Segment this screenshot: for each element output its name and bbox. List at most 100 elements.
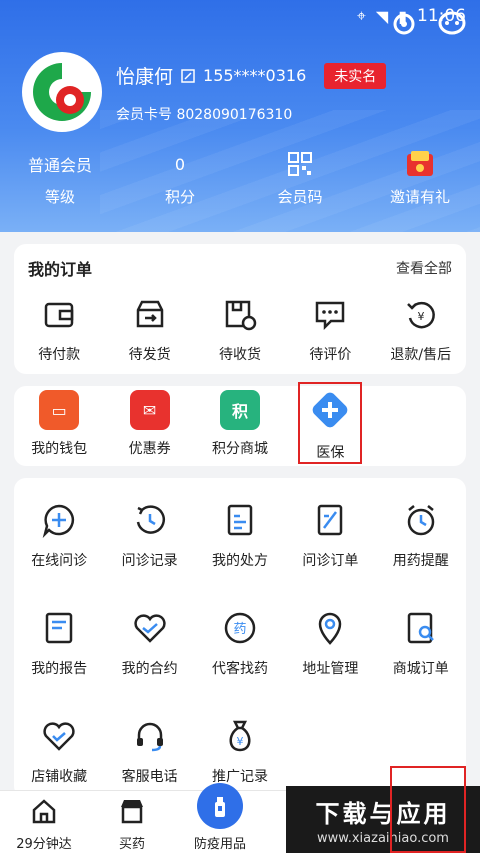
service-label: 用药提醒 [392,553,449,569]
orders-title: 我的订单 [28,260,93,279]
coupon-label: 优惠券 [128,441,171,457]
tab-epidemic-supplies[interactable]: 防疫用品 [176,783,264,853]
refund-icon: ¥ [406,301,435,329]
avatar[interactable] [22,52,102,132]
settings-icon[interactable] [388,8,420,40]
order-label: 待发货 [128,347,171,363]
location-pin-icon [319,612,342,645]
stat-level[interactable]: 普通会员 等级 [0,150,120,207]
service-label: 地址管理 [302,661,359,677]
box-icon [136,300,163,328]
service-label: 代客找药 [211,661,268,677]
report-icon [45,612,73,644]
profile-header: ⌖ ◥ ▮ 11:06 怡康何 155****0316 未实名 会员卡号 802… [0,0,480,232]
message-icon[interactable] [436,8,468,40]
points-mall-label: 积分商城 [211,441,268,457]
heart-check-icon [43,722,75,751]
stat-invite[interactable]: 邀请有礼 [360,150,480,207]
consult-plus-icon [42,504,75,539]
member-card-number: 会员卡号 8028090176310 [116,107,293,123]
service-medicine-reminder[interactable]: 用药提醒 [376,502,466,569]
tab-label: 防疫用品 [193,837,246,852]
red-envelope-icon [407,151,433,176]
service-mall-orders[interactable]: 商城订单 [376,610,466,677]
comment-icon [316,301,345,331]
service-label: 推广记录 [211,769,268,785]
medicine-badge-icon: 药 [224,612,256,644]
order-pending-payment[interactable]: 待付款 [14,298,104,364]
wallet-card: ▭ 我的钱包 ✉ 优惠券 积 积分商城 医保 [14,386,466,466]
wallet-fill-icon: ▭ [39,390,80,430]
svg-text:¥: ¥ [236,735,243,748]
order-refund[interactable]: ¥ 退款/售后 [376,298,466,364]
annotation-highlight-box [298,382,362,464]
svg-text:药: 药 [233,622,246,637]
tab-label: 买药 [118,837,145,852]
service-label: 问诊订单 [302,553,359,569]
service-find-medicine[interactable]: 药 代客找药 [195,610,285,677]
points-mall-icon: 积 [219,390,260,430]
alarm-clock-icon [407,505,434,536]
service-address[interactable]: 地址管理 [285,610,375,677]
level-label: 等级 [44,188,75,206]
stat-points[interactable]: 0 积分 [120,150,240,207]
history-icon [136,505,165,534]
qr-code-icon [288,152,312,176]
wifi-icon: ◥ [375,6,389,26]
invite-label: 邀请有礼 [389,188,450,206]
tab-label: 29分钟达 [16,837,72,852]
service-label: 我的合约 [121,661,178,677]
location-icon: ⌖ [356,6,366,25]
service-label: 在线问诊 [31,553,88,569]
order-pending-receive[interactable]: 待收货 [195,298,285,364]
service-online-consult[interactable]: 在线问诊 [14,502,104,569]
level-value: 普通会员 [27,156,92,175]
service-label: 问诊记录 [121,553,178,569]
edit-icon[interactable] [181,68,195,83]
order-label: 待付款 [38,347,81,363]
service-my-report[interactable]: 我的报告 [14,610,104,677]
orders-card: 我的订单 查看全部 待付款 待发货 待收货 待评价 ¥ 退款/售后 [14,244,466,374]
order-pending-review[interactable]: 待评价 [285,298,375,364]
stat-member-code[interactable]: 会员码 [240,150,360,207]
points-value: 0 [174,154,186,174]
my-wallet[interactable]: ▭ 我的钱包 [14,386,104,466]
points-mall[interactable]: 积 积分商城 [195,386,285,466]
view-all-orders-link[interactable]: 查看全部 [396,258,452,278]
user-name: 怡康何 [116,66,174,88]
avatar-logo-icon [26,56,98,128]
service-label: 商城订单 [392,661,449,677]
order-label: 退款/售后 [390,347,452,363]
service-store-favorites[interactable]: 店铺收藏 [14,718,104,785]
tab-29min[interactable]: 29分钟达 [0,791,88,853]
order-search-icon [407,612,434,644]
sanitizer-icon [215,797,225,817]
service-consult-history[interactable]: 问诊记录 [104,502,194,569]
headset-icon [136,722,163,752]
svg-text:¥: ¥ [417,310,424,323]
service-customer-phone[interactable]: 客服电话 [104,718,194,785]
service-label: 我的报告 [31,661,88,677]
service-promotion-record[interactable]: ¥ 推广记录 [195,718,285,785]
coupons[interactable]: ✉ 优惠券 [104,386,194,466]
consult-order-icon [318,504,343,536]
order-pending-ship[interactable]: 待发货 [104,298,194,364]
shop-icon [121,800,143,824]
prescription-icon [227,504,253,536]
service-my-contract[interactable]: 我的合约 [104,610,194,677]
service-consult-orders[interactable]: 问诊订单 [285,502,375,569]
tab-buy-medicine[interactable]: 买药 [88,791,176,853]
member-code-label: 会员码 [277,188,323,206]
handshake-heart-icon [133,614,166,643]
wallet-label: 我的钱包 [31,441,88,457]
service-label: 我的处方 [211,553,268,569]
receive-icon [225,300,257,331]
points-label: 积分 [164,188,195,206]
service-prescription[interactable]: 我的处方 [195,502,285,569]
coupon-icon: ✉ [129,390,170,430]
order-label: 待评价 [309,347,352,363]
money-bag-icon: ¥ [229,720,251,752]
verify-badge[interactable]: 未实名 [324,62,387,89]
annotation-highlight-box-2 [390,766,466,853]
service-label: 店铺收藏 [31,769,88,785]
